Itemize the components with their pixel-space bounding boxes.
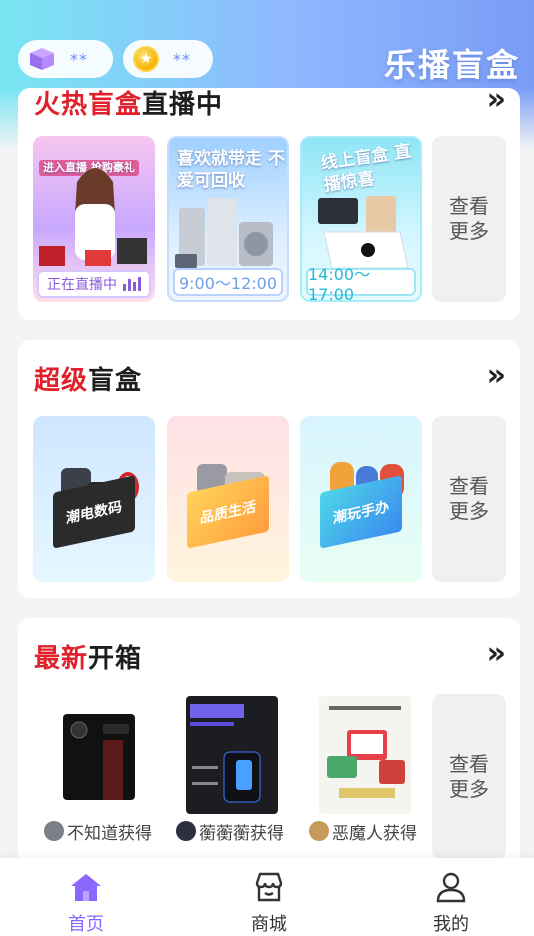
tab-mine[interactable]: 我的 <box>401 870 501 936</box>
coin-icon: ★ <box>133 46 159 72</box>
live-time-1: 9:00～12:00 <box>173 268 283 296</box>
brand-title: 乐播盲盒 <box>383 46 520 84</box>
coin-balance[interactable]: ★ ** <box>123 40 213 78</box>
avatar <box>44 821 64 841</box>
bottom-tabbar: 首页 商城 我的 <box>0 858 534 936</box>
winner-1: 不知道获得 <box>44 820 152 844</box>
unbox-see-more[interactable]: 查看 更多 <box>432 694 506 860</box>
tab-home[interactable]: 首页 <box>36 870 136 936</box>
title-dark: 盲盒 <box>88 366 143 396</box>
title-dark: 开箱 <box>88 644 143 674</box>
tab-home-label: 首页 <box>68 914 104 935</box>
tab-shop-label: 商城 <box>251 914 287 935</box>
see-more-line1: 查看 <box>449 194 489 218</box>
unbox-item-charger[interactable] <box>186 696 278 814</box>
see-more-line1: 查看 <box>449 752 489 776</box>
live-tile-caption: 喜欢就带走 不爱可回收 <box>177 149 285 191</box>
user-icon <box>401 870 501 904</box>
super-box-section: 超级盲盒 » 潮电数码 品质生活 潮玩手办 查看 更多 <box>18 340 520 598</box>
winner-3: 恶魔人获得 <box>309 820 417 844</box>
host-illustration <box>39 168 147 266</box>
avatar <box>309 821 329 841</box>
live-section: 火热盲盒直播中 » 进入直播 抢购豪礼 正在直播中 喜欢就带走 不爱可回收 9:… <box>18 82 520 320</box>
printer-image <box>327 706 405 798</box>
winner-2: 蘅蘅蘅获得 <box>176 820 284 844</box>
live-status: 正在直播中 <box>37 270 151 298</box>
live-section-title: 火热盲盒直播中 <box>34 84 223 121</box>
charger-image <box>190 704 261 803</box>
home-icon <box>36 870 136 904</box>
winner-text: 不知道获得 <box>67 823 152 844</box>
box-tile-toys[interactable]: 潮玩手办 <box>300 416 422 582</box>
live-tile-3[interactable]: 线上盲盒 直播惊喜 14:00～17:00 <box>300 136 422 302</box>
see-more-line2: 更多 <box>449 499 489 523</box>
avatar <box>176 821 196 841</box>
appliances-illustration <box>175 198 273 268</box>
unbox-item-phone[interactable] <box>53 696 145 814</box>
tab-mine-label: 我的 <box>433 914 469 935</box>
live-bars-icon <box>123 277 141 291</box>
title-red: 超级 <box>34 366 89 396</box>
live-status-text: 正在直播中 <box>47 277 117 293</box>
winner-text: 蘅蘅蘅获得 <box>199 823 284 844</box>
title-dark: 直播中 <box>142 90 224 120</box>
shop-icon <box>219 870 319 904</box>
box-tile-digital[interactable]: 潮电数码 <box>33 416 155 582</box>
see-more-line2: 更多 <box>449 777 489 801</box>
unbox-section-title: 最新开箱 <box>34 638 142 675</box>
winner-text: 恶魔人获得 <box>332 823 417 844</box>
super-more-arrow-icon[interactable]: » <box>487 358 506 393</box>
live-tile-2[interactable]: 喜欢就带走 不爱可回收 9:00～12:00 <box>167 136 289 302</box>
super-see-more[interactable]: 查看 更多 <box>432 416 506 582</box>
box-count: ** <box>70 49 88 69</box>
blind-box-balance[interactable]: ** <box>18 40 113 78</box>
super-section-title: 超级盲盒 <box>34 360 142 397</box>
live-tile-1[interactable]: 进入直播 抢购豪礼 正在直播中 <box>33 136 155 302</box>
unbox-item-printer[interactable] <box>319 696 411 814</box>
live-more-arrow-icon[interactable]: » <box>487 82 506 117</box>
see-more-line1: 查看 <box>449 474 489 498</box>
title-red: 火热盲盒 <box>34 90 143 120</box>
tab-shop[interactable]: 商城 <box>219 870 319 936</box>
unbox-section: 最新开箱 » 不知道获得 蘅蘅蘅获得 恶魔人获得 查看 更多 <box>18 618 520 860</box>
see-more-line2: 更多 <box>449 219 489 243</box>
unbox-more-arrow-icon[interactable]: » <box>487 636 506 671</box>
live-time-2: 14:00～17:00 <box>306 265 416 300</box>
live-see-more[interactable]: 查看 更多 <box>432 136 506 302</box>
box-icon <box>30 48 54 70</box>
phone-image <box>63 714 135 800</box>
coin-count: ** <box>173 49 191 69</box>
live-tile-caption: 线上盲盒 直播惊喜 <box>319 141 413 196</box>
title-red: 最新 <box>34 644 89 674</box>
box-tile-lifestyle[interactable]: 品质生活 <box>167 416 289 582</box>
